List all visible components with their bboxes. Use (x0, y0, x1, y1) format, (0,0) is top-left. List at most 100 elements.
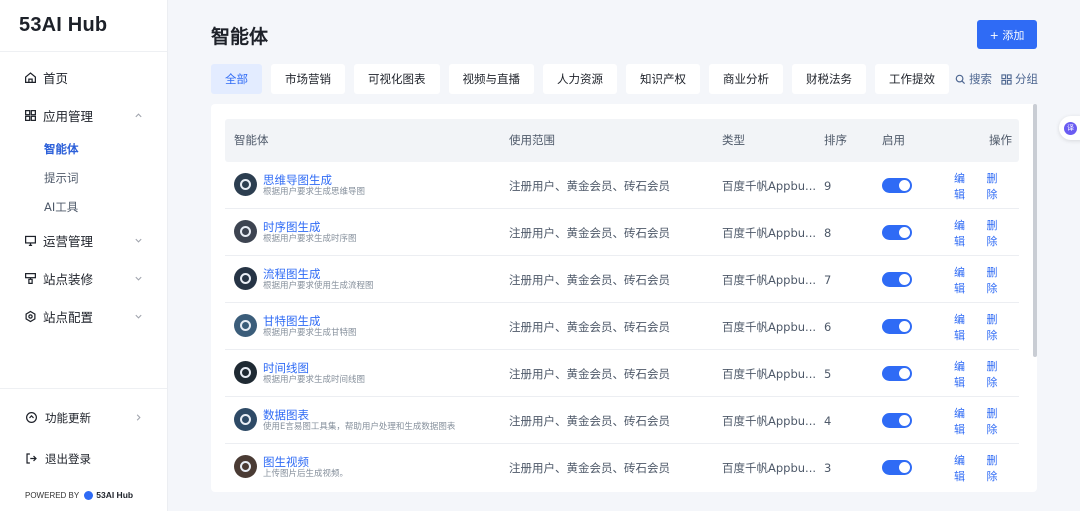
scope-cell: 注册用户、黄金会员、砖石会员 (509, 319, 670, 334)
group-label: 分组 (1015, 72, 1038, 86)
scope-cell: 注册用户、黄金会员、砖石会员 (509, 272, 670, 287)
delete-button[interactable]: 删除 (987, 217, 1007, 249)
enabled-toggle[interactable] (882, 178, 912, 193)
logout-icon (25, 452, 38, 465)
powered-by-brand: 53AI Hub (84, 490, 133, 500)
agent-description: 根据用户要求使用生成流程图 (263, 281, 374, 291)
sidebar-subitem-ai-tools[interactable]: AI工具 (0, 192, 167, 221)
search-button[interactable]: 搜索 (955, 71, 992, 87)
edit-button[interactable]: 编辑 (954, 358, 974, 390)
order-cell: 7 (824, 272, 832, 287)
tab-ip[interactable]: 知识产权 (626, 64, 700, 94)
order-cell: 8 (824, 225, 832, 240)
delete-button[interactable]: 删除 (987, 311, 1007, 343)
edit-button[interactable]: 编辑 (954, 311, 974, 343)
edit-button[interactable]: 编辑 (954, 264, 974, 296)
type-cell: 百度千帆Appbu... (722, 366, 817, 381)
type-cell: 百度千帆Appbu... (722, 272, 817, 287)
translate-float-button[interactable]: 译 (1059, 116, 1080, 140)
apps-icon (23, 108, 37, 122)
agent-avatar (234, 408, 257, 431)
enabled-toggle[interactable] (882, 460, 912, 475)
agent-name-link[interactable]: 数据图表 (263, 408, 455, 422)
powered-by: POWERED BY 53AI Hub (0, 479, 167, 511)
monitor-icon (23, 233, 37, 247)
add-button[interactable]: + 添加 (977, 20, 1037, 49)
agent-name-link[interactable]: 甘特图生成 (263, 314, 357, 328)
sidebar-item-site-config[interactable]: 站点配置 (0, 297, 167, 335)
delete-button[interactable]: 删除 (987, 358, 1007, 390)
agent-name-link[interactable]: 思维导图生成 (263, 173, 365, 187)
update-icon (25, 411, 38, 424)
group-button[interactable]: 分组 (1001, 71, 1038, 87)
delete-button[interactable]: 删除 (987, 405, 1007, 437)
tab-visual-charts[interactable]: 可视化图表 (354, 64, 440, 94)
column-header-type: 类型 (722, 133, 745, 147)
agent-description: 根据用户要求生成甘特图 (263, 328, 357, 338)
feature-updates-label: 功能更新 (45, 410, 91, 425)
enabled-toggle[interactable] (882, 413, 912, 428)
logout-button[interactable]: 退出登录 (0, 438, 167, 479)
agent-avatar (234, 314, 257, 337)
order-cell: 3 (824, 460, 832, 475)
delete-button[interactable]: 删除 (987, 170, 1007, 202)
feature-updates-button[interactable]: 功能更新 (0, 397, 167, 438)
chevron-down-icon[interactable] (134, 274, 143, 283)
sidebar-nav: 首页 应用管理 智能体 提示词 AI工具 运营管理 站点装修 站点配置 (0, 52, 167, 335)
agent-description: 根据用户要求生成时间线图 (263, 375, 366, 385)
scope-cell: 注册用户、黄金会员、砖石会员 (509, 460, 670, 475)
edit-button[interactable]: 编辑 (954, 452, 974, 484)
order-cell: 5 (824, 366, 832, 381)
sidebar-subitem-prompts[interactable]: 提示词 (0, 163, 167, 192)
table-scrollbar[interactable] (1033, 104, 1037, 357)
tab-business-analysis[interactable]: 商业分析 (709, 64, 783, 94)
agent-name-link[interactable]: 图生视频 (263, 455, 348, 469)
tab-all[interactable]: 全部 (211, 64, 262, 94)
order-cell: 6 (824, 319, 832, 334)
sidebar-item-operations[interactable]: 运营管理 (0, 221, 167, 259)
delete-button[interactable]: 删除 (987, 452, 1007, 484)
order-cell: 9 (824, 178, 832, 193)
app-logo[interactable]: 53AI Hub (0, 0, 167, 52)
table-header: 智能体 使用范围 类型 排序 启用 操作 (225, 119, 1019, 162)
column-header-scope: 使用范围 (509, 133, 555, 147)
sidebar-item-home[interactable]: 首页 (0, 58, 167, 96)
delete-button[interactable]: 删除 (987, 264, 1007, 296)
scope-cell: 注册用户、黄金会员、砖石会员 (509, 366, 670, 381)
type-cell: 百度千帆Appbu... (722, 225, 817, 240)
agent-name-link[interactable]: 流程图生成 (263, 267, 374, 281)
sidebar-item-label: 应用管理 (43, 108, 94, 124)
type-cell: 百度千帆Appbu... (722, 413, 817, 428)
tab-marketing[interactable]: 市场营销 (271, 64, 345, 94)
chevron-down-icon[interactable] (134, 312, 143, 321)
table-row: 图生视频 上传图片后生成视频。 注册用户、黄金会员、砖石会员 百度千帆Appbu.… (225, 444, 1019, 491)
sidebar-item-app-management[interactable]: 应用管理 (0, 96, 167, 134)
agent-avatar (234, 220, 257, 243)
edit-button[interactable]: 编辑 (954, 217, 974, 249)
enabled-toggle[interactable] (882, 319, 912, 334)
edit-button[interactable]: 编辑 (954, 405, 974, 437)
gear-icon (23, 309, 37, 323)
edit-button[interactable]: 编辑 (954, 170, 974, 202)
tab-productivity[interactable]: 工作提效 (875, 64, 949, 94)
chevron-up-icon[interactable] (134, 111, 143, 120)
column-header-enabled: 启用 (882, 133, 905, 147)
agent-avatar (234, 173, 257, 196)
sidebar-subitem-agents[interactable]: 智能体 (0, 134, 167, 163)
tab-finance-legal[interactable]: 财税法务 (792, 64, 866, 94)
enabled-toggle[interactable] (882, 225, 912, 240)
agent-description: 根据用户要求生成时序图 (263, 234, 357, 244)
chevron-down-icon[interactable] (134, 236, 143, 245)
sidebar-item-site-decoration[interactable]: 站点装修 (0, 259, 167, 297)
category-tabs: 全部 市场营销 可视化图表 视频与直播 人力资源 知识产权 商业分析 财税法务 … (211, 64, 958, 94)
agent-name-link[interactable]: 时序图生成 (263, 220, 357, 234)
tab-video-live[interactable]: 视频与直播 (448, 64, 534, 94)
tab-hr[interactable]: 人力资源 (543, 64, 617, 94)
enabled-toggle[interactable] (882, 366, 912, 381)
search-icon (955, 74, 966, 84)
enabled-toggle[interactable] (882, 272, 912, 287)
agent-name-link[interactable]: 时间线图 (263, 361, 365, 375)
scope-cell: 注册用户、黄金会员、砖石会员 (509, 178, 670, 193)
table-row: 时间线图 根据用户要求生成时间线图 注册用户、黄金会员、砖石会员 百度千帆Appb… (225, 350, 1019, 397)
grid-icon (1001, 73, 1012, 85)
